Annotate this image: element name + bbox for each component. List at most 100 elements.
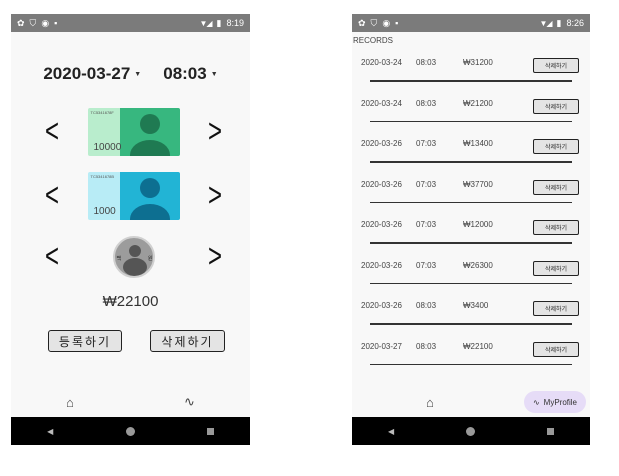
next-arrow-icon[interactable]: >: [208, 178, 222, 213]
record-time: 07:03: [416, 139, 437, 148]
back-icon[interactable]: ◀: [388, 427, 394, 436]
record-date: 2020-03-24: [361, 58, 402, 67]
settings-icon: ✿: [17, 17, 25, 28]
record-delete-button[interactable]: 삭제하기: [533, 341, 579, 357]
record-row: 2020-03-26 07:03 ₩13400 삭제하기: [352, 129, 590, 170]
date-value: 2020-03-27: [43, 64, 131, 83]
divider: [370, 161, 572, 163]
circle-icon: ◉: [41, 17, 50, 28]
record-date: 2020-03-26: [361, 301, 402, 310]
delete-button[interactable]: 삭제하기: [150, 330, 225, 352]
record-date: 2020-03-26: [361, 179, 402, 189]
bill-picker-10000: < TC5341678F 10000 >: [11, 107, 250, 157]
battery-icon: ▮: [216, 17, 222, 28]
divider: [370, 282, 572, 284]
coin: 백 원: [112, 236, 155, 278]
record-delete-button[interactable]: 삭제하기: [533, 179, 579, 195]
record-date: 2020-03-26: [361, 220, 402, 229]
record-date: 2020-03-26: [361, 139, 402, 148]
home-icon[interactable]: ⌂: [426, 395, 434, 410]
battery-icon: ▮: [556, 17, 562, 28]
record-time: 08:03: [416, 58, 437, 67]
home-button-icon[interactable]: [125, 426, 135, 436]
divider: [370, 323, 572, 325]
date-picker[interactable]: 2020-03-27 ▼: [43, 64, 141, 84]
divider: [370, 80, 572, 82]
next-arrow-icon[interactable]: >: [208, 114, 222, 149]
activity-icon: ∿: [532, 397, 540, 407]
system-nav-bar: ◀: [11, 417, 250, 445]
home-button-icon[interactable]: [466, 426, 476, 436]
record-amount: ₩26300: [463, 260, 493, 270]
record-amount: ₩22100: [463, 341, 493, 351]
settings-icon: ✿: [358, 17, 366, 28]
record-amount: ₩21200: [463, 98, 493, 108]
divider: [370, 120, 572, 122]
record-row: 2020-03-27 08:03 ₩22100 삭제하기: [352, 332, 590, 373]
records-list: 2020-03-24 08:03 ₩31200 삭제하기 2020-03-24 08:03…: [352, 48, 590, 372]
bottom-navigation: ⌂ ∿ MyProfile: [352, 390, 590, 414]
record-time: 07:03: [416, 179, 437, 189]
record-row: 2020-03-24 08:03 ₩31200 삭제하기: [352, 48, 590, 89]
record-time: 07:03: [416, 220, 437, 229]
record-amount: ₩3400: [463, 301, 489, 310]
sd-card-icon: ▪: [54, 18, 58, 28]
system-nav-bar: ◀: [352, 417, 590, 445]
status-time: 8:26: [566, 18, 584, 28]
record-row: 2020-03-24 08:03 ₩21200 삭제하기: [352, 89, 590, 130]
record-delete-button[interactable]: 삭제하기: [533, 98, 579, 114]
banknote-1000: TC5341678B 1000: [87, 172, 180, 220]
previous-arrow-icon[interactable]: <: [45, 114, 59, 149]
record-delete-button[interactable]: 삭제하기: [533, 260, 579, 276]
recents-icon[interactable]: [547, 427, 554, 435]
bottom-navigation: ⌂ ∿: [11, 388, 250, 416]
record-amount: ₩37700: [463, 179, 493, 189]
bill-amount: 10000: [93, 142, 122, 153]
record-amount: ₩31200: [463, 58, 493, 67]
record-row: 2020-03-26 07:03 ₩37700 삭제하기: [352, 170, 590, 211]
records-screen: ✿ ⛉ ◉ ▪ ▼◢ ▮ 8:26 RECORDS 2020-03-24 08:0…: [352, 14, 590, 445]
portrait-icon: [139, 178, 160, 198]
record-date: 2020-03-26: [361, 260, 402, 270]
recents-icon[interactable]: [206, 427, 214, 435]
previous-arrow-icon[interactable]: <: [45, 178, 59, 213]
record-time: 08:03: [416, 98, 437, 108]
record-row: 2020-03-26 08:03 ₩3400 삭제하기: [352, 291, 590, 332]
register-screen: ✿ ⛉ ◉ ▪ ▼◢ ▮ 8:19 2020-03-27 ▼ 08:03 ▼ <…: [11, 14, 250, 445]
record-row: 2020-03-26 07:03 ₩26300 삭제하기: [352, 251, 590, 292]
shield-icon: ⛉: [29, 17, 37, 28]
status-bar: ✿ ⛉ ◉ ▪ ▼◢ ▮ 8:26: [352, 14, 590, 32]
divider: [370, 242, 572, 244]
record-delete-button[interactable]: 삭제하기: [533, 139, 579, 154]
record-row: 2020-03-26 07:03 ₩12000 삭제하기: [352, 210, 590, 251]
dropdown-icon: ▼: [134, 70, 142, 78]
record-time: 08:03: [416, 341, 437, 351]
home-icon[interactable]: ⌂: [66, 395, 74, 410]
record-delete-button[interactable]: 삭제하기: [533, 220, 579, 235]
coin-picker: < 백 원 >: [11, 232, 250, 282]
total-amount: ₩22100: [102, 293, 159, 310]
status-time: 8:19: [226, 18, 244, 28]
previous-arrow-icon[interactable]: <: [45, 240, 59, 274]
myprofile-label: MyProfile: [543, 397, 577, 407]
wifi-icon: ▼◢: [539, 18, 552, 28]
record-delete-button[interactable]: 삭제하기: [533, 58, 579, 73]
register-button[interactable]: 등록하기: [48, 330, 122, 352]
banknote-10000: TC5341678F 10000: [87, 108, 180, 156]
time-value: 08:03: [163, 64, 207, 83]
myprofile-tab[interactable]: ∿ MyProfile: [523, 391, 586, 413]
dropdown-icon: ▼: [210, 70, 218, 78]
record-delete-button[interactable]: 삭제하기: [533, 301, 579, 316]
activity-icon[interactable]: ∿: [184, 394, 195, 410]
records-title: RECORDS: [353, 36, 394, 45]
record-amount: ₩12000: [463, 220, 493, 229]
record-amount: ₩13400: [463, 139, 493, 148]
portrait-icon: [139, 114, 160, 134]
record-date: 2020-03-27: [361, 341, 402, 351]
shield-icon: ⛉: [370, 17, 378, 28]
back-icon[interactable]: ◀: [47, 427, 53, 436]
record-time: 08:03: [416, 301, 437, 310]
next-arrow-icon[interactable]: >: [208, 240, 222, 274]
time-picker[interactable]: 08:03 ▼: [163, 64, 217, 84]
bill-picker-1000: < TC5341678B 1000 >: [11, 171, 250, 221]
